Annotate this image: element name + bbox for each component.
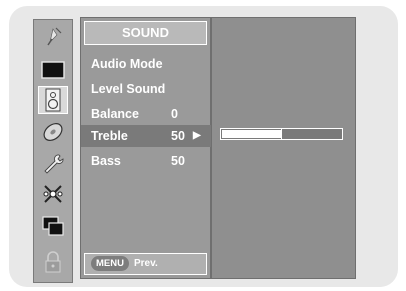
menu-item-label: Treble	[91, 129, 128, 143]
sound-menu: SOUND Audio Mode Level Sound Balance 0 T…	[80, 17, 212, 279]
menu-item-label: Level Sound	[91, 82, 166, 96]
wrench-icon[interactable]	[38, 150, 68, 178]
antenna-icon[interactable]	[38, 23, 68, 51]
category-sidebar	[33, 19, 73, 283]
menu-item-value: 0	[171, 107, 178, 121]
menu-title: SOUND	[84, 21, 207, 45]
right-arrow-icon: ▶	[193, 130, 201, 141]
treble-slider-marker	[281, 129, 282, 139]
menu-footer: MENU Prev.	[84, 253, 207, 275]
option-icon[interactable]	[38, 180, 68, 208]
menu-item-audio-mode[interactable]: Audio Mode	[81, 53, 212, 75]
menu-item-level-sound[interactable]: Level Sound	[81, 78, 212, 100]
menu-item-value: 50	[171, 154, 185, 168]
menu-item-label: Bass	[91, 154, 121, 168]
picture-icon[interactable]	[38, 56, 68, 84]
menu-item-balance[interactable]: Balance 0	[81, 103, 212, 125]
disc-icon[interactable]	[38, 118, 68, 146]
lock-icon[interactable]	[38, 248, 68, 276]
speaker-icon[interactable]	[38, 86, 68, 114]
menu-item-label: Audio Mode	[91, 57, 163, 71]
menu-item-value: 50	[171, 129, 185, 143]
treble-slider-fill	[222, 130, 281, 138]
menu-item-treble[interactable]: Treble 50 ▶	[81, 125, 212, 147]
adjust-panel	[211, 17, 356, 279]
menu-item-bass[interactable]: Bass 50	[81, 150, 212, 172]
pip-icon[interactable]	[38, 212, 68, 240]
treble-slider[interactable]	[220, 128, 343, 140]
menu-item-label: Balance	[91, 107, 139, 121]
prev-label: Prev.	[134, 258, 158, 269]
menu-button[interactable]: MENU	[91, 256, 129, 271]
